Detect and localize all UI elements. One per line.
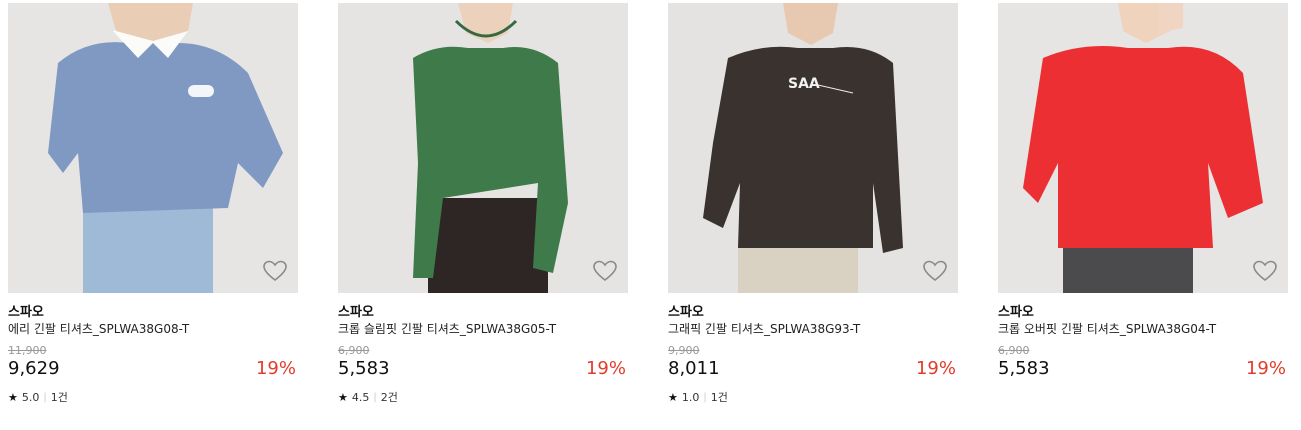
product-card[interactable]: 스파오 에리 긴팔 티셔츠_SPLWA38G08-T 11,900 9,629 … (8, 3, 298, 423)
discount-rate: 19% (585, 358, 626, 379)
star-icon: ★ (8, 390, 18, 404)
product-photo: SAA (668, 3, 958, 293)
product-photo (338, 3, 628, 293)
original-price: 6,900 (338, 344, 370, 357)
product-name[interactable]: 에리 긴팔 티셔츠_SPLWA38G08-T (8, 320, 189, 337)
rating-summary: ★ 4.5 | 2건 (338, 389, 398, 405)
product-name[interactable]: 그래픽 긴팔 티셔츠_SPLWA38G93-T (668, 320, 860, 337)
rating-score: 4.5 (351, 390, 370, 404)
product-card[interactable]: 스파오 크롭 슬림핏 긴팔 티셔츠_SPLWA38G05-T 6,900 5,5… (338, 3, 628, 423)
svg-text:SAA: SAA (788, 76, 820, 92)
wishlist-heart-icon[interactable] (1252, 259, 1278, 283)
product-grid: 스파오 에리 긴팔 티셔츠_SPLWA38G08-T 11,900 9,629 … (0, 0, 1301, 430)
sale-price: 9,629 (8, 358, 60, 379)
original-price: 6,900 (998, 344, 1030, 357)
product-card[interactable]: 스파오 크롭 오버핏 긴팔 티셔츠_SPLWA38G04-T 6,900 5,5… (998, 3, 1288, 423)
star-icon: ★ (338, 390, 348, 404)
product-image[interactable] (8, 3, 298, 293)
product-name[interactable]: 크롭 슬림핏 긴팔 티셔츠_SPLWA38G05-T (338, 320, 556, 337)
wishlist-heart-icon[interactable] (262, 259, 288, 283)
brand-name: 스파오 (338, 305, 374, 320)
sale-price: 5,583 (998, 358, 1050, 379)
sale-price: 8,011 (668, 358, 720, 379)
product-photo (8, 3, 298, 293)
rating-summary: ★ 1.0 | 1건 (668, 389, 728, 405)
product-card[interactable]: SAA 스파오 그래픽 긴팔 티셔츠_SPLWA38G93-T 9,900 8,… (668, 3, 958, 423)
divider: | (373, 391, 377, 403)
original-price: 11,900 (8, 344, 47, 357)
product-image[interactable] (338, 3, 628, 293)
review-count: 2건 (380, 391, 398, 404)
discount-rate: 19% (915, 358, 956, 379)
discount-rate: 19% (255, 358, 296, 379)
review-count: 1건 (710, 391, 728, 404)
product-name[interactable]: 크롭 오버핏 긴팔 티셔츠_SPLWA38G04-T (998, 320, 1216, 337)
discount-rate: 19% (1245, 358, 1286, 379)
product-image[interactable] (998, 3, 1288, 293)
original-price: 9,900 (668, 344, 700, 357)
product-photo (998, 3, 1288, 293)
rating-score: 1.0 (681, 390, 700, 404)
brand-name: 스파오 (668, 305, 704, 320)
brand-name: 스파오 (998, 305, 1034, 320)
divider: | (43, 391, 47, 403)
wishlist-heart-icon[interactable] (922, 259, 948, 283)
rating-score: 5.0 (21, 390, 40, 404)
rating-summary: ★ 5.0 | 1건 (8, 389, 68, 405)
review-count: 1건 (50, 391, 68, 404)
star-icon: ★ (668, 390, 678, 404)
sale-price: 5,583 (338, 358, 390, 379)
product-image[interactable]: SAA (668, 3, 958, 293)
wishlist-heart-icon[interactable] (592, 259, 618, 283)
divider: | (703, 391, 707, 403)
brand-name: 스파오 (8, 305, 44, 320)
